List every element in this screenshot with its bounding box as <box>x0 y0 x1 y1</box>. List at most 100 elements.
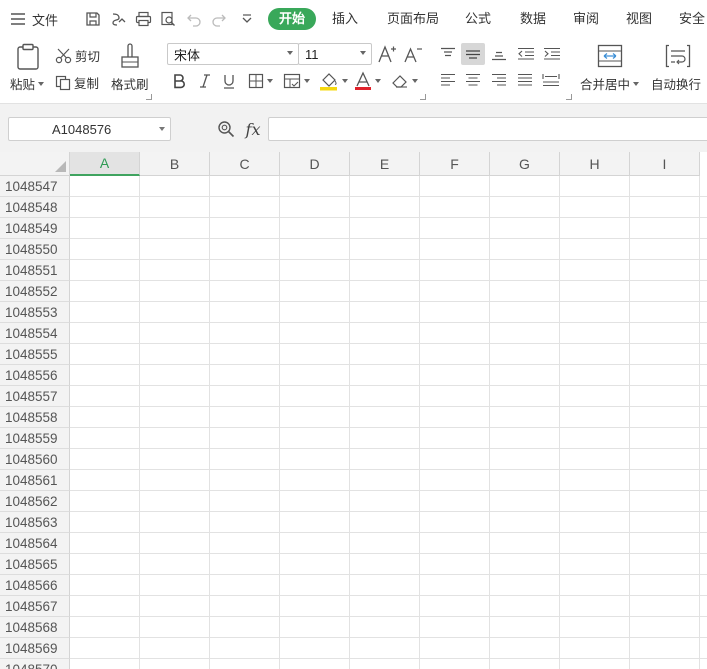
row-header[interactable]: 1048567 <box>0 596 70 617</box>
font-size-select[interactable]: 11 <box>298 43 372 65</box>
row-header[interactable]: 1048565 <box>0 554 70 575</box>
row-header[interactable]: 1048561 <box>0 470 70 491</box>
row-header[interactable]: 1048557 <box>0 386 70 407</box>
row-header[interactable]: 1048555 <box>0 344 70 365</box>
print-preview-button[interactable] <box>158 9 178 29</box>
row-header[interactable]: 1048560 <box>0 449 70 470</box>
column-header-f[interactable]: F <box>420 152 490 176</box>
cell-style-button[interactable] <box>283 73 310 89</box>
name-box[interactable]: A1048576 <box>8 117 171 141</box>
print-button[interactable] <box>133 9 153 29</box>
paste-dropdown[interactable]: 粘贴 <box>10 74 45 93</box>
clear-format-button[interactable] <box>391 73 418 89</box>
align-left-button[interactable] <box>437 69 459 91</box>
increase-indent-button[interactable] <box>541 43 563 65</box>
format-painter-label-button[interactable]: 格式刷 <box>111 74 149 93</box>
output-pdf-button[interactable] <box>108 9 128 29</box>
align-bottom-button[interactable] <box>488 43 510 65</box>
distributed-icon <box>542 74 560 87</box>
tab-data[interactable]: 数据 <box>518 8 548 30</box>
align-center-icon <box>466 73 480 86</box>
file-menu-button[interactable]: 文件 <box>10 8 58 30</box>
tab-view[interactable]: 视图 <box>624 8 654 30</box>
tab-home[interactable]: 开始 <box>268 8 316 30</box>
font-color-button[interactable] <box>354 71 381 91</box>
distributed-align-button[interactable] <box>540 69 562 91</box>
align-top-button[interactable] <box>437 43 459 65</box>
font-launcher-icon[interactable] <box>420 94 426 100</box>
tab-insert[interactable]: 插入 <box>330 8 360 30</box>
alignment-launcher-icon[interactable] <box>566 94 572 100</box>
column-header-c[interactable]: C <box>210 152 280 176</box>
cut-button[interactable]: 剪切 <box>55 46 100 65</box>
merge-center-dropdown[interactable]: 合并居中 <box>580 74 640 93</box>
italic-button[interactable] <box>196 71 214 91</box>
tab-review[interactable]: 审阅 <box>571 8 601 30</box>
row-header[interactable]: 1048547 <box>0 176 70 197</box>
undo-button[interactable] <box>184 9 204 29</box>
column-header-a[interactable]: A <box>70 152 140 176</box>
format-painter-button[interactable] <box>117 42 143 70</box>
hamburger-icon <box>11 13 25 25</box>
row-header[interactable]: 1048564 <box>0 533 70 554</box>
align-center-button[interactable] <box>462 69 484 91</box>
save-button[interactable] <box>83 9 103 29</box>
row-header[interactable]: 1048568 <box>0 617 70 638</box>
copy-button[interactable]: 复制 <box>55 73 99 92</box>
zoom-formula-button[interactable] <box>216 119 236 139</box>
indent-icon <box>544 47 560 60</box>
row-header[interactable]: 1048551 <box>0 260 70 281</box>
print-preview-icon <box>161 11 175 26</box>
outdent-icon <box>518 47 534 60</box>
italic-icon <box>200 74 210 88</box>
column-header-h[interactable]: H <box>560 152 630 176</box>
align-right-button[interactable] <box>488 69 510 91</box>
clipboard-launcher-icon[interactable] <box>146 94 152 100</box>
row-header[interactable]: 1048570 <box>0 659 70 669</box>
tab-page-layout[interactable]: 页面布局 <box>385 8 441 30</box>
formula-input[interactable] <box>268 117 707 141</box>
row-header[interactable]: 1048563 <box>0 512 70 533</box>
customize-quick-access-button[interactable] <box>237 9 257 29</box>
select-all-corner[interactable] <box>0 152 70 176</box>
insert-function-button[interactable]: fx <box>242 118 264 140</box>
decrease-font-button[interactable] <box>403 43 423 65</box>
merge-center-icon-button[interactable] <box>596 43 624 69</box>
row-header[interactable]: 1048566 <box>0 575 70 596</box>
chevron-down-icon <box>342 79 348 83</box>
column-header-i[interactable]: I <box>630 152 700 176</box>
tab-security[interactable]: 安全 <box>677 8 707 30</box>
font-decrease-icon <box>404 47 422 63</box>
borders-button[interactable] <box>248 73 273 89</box>
row-header[interactable]: 1048549 <box>0 218 70 239</box>
merge-center-label: 合并居中 <box>580 78 631 92</box>
row-header[interactable]: 1048558 <box>0 407 70 428</box>
row-header[interactable]: 1048569 <box>0 638 70 659</box>
column-header-b[interactable]: B <box>140 152 210 176</box>
row-header[interactable]: 1048550 <box>0 239 70 260</box>
row-header[interactable]: 1048559 <box>0 428 70 449</box>
row-header[interactable]: 1048562 <box>0 491 70 512</box>
underline-button[interactable] <box>220 71 238 91</box>
justify-button[interactable] <box>514 69 536 91</box>
align-middle-button[interactable] <box>461 43 485 65</box>
tab-formulas[interactable]: 公式 <box>463 8 493 30</box>
fill-color-button[interactable] <box>319 71 348 91</box>
decrease-indent-button[interactable] <box>515 43 537 65</box>
row-header[interactable]: 1048553 <box>0 302 70 323</box>
font-name-select[interactable]: 宋体 <box>167 43 299 65</box>
column-header-g[interactable]: G <box>490 152 560 176</box>
row-header[interactable]: 1048552 <box>0 281 70 302</box>
paste-button[interactable] <box>14 42 42 72</box>
paste-label: 粘贴 <box>10 78 36 92</box>
wrap-text-button[interactable]: 自动换行 <box>651 74 701 93</box>
row-header[interactable]: 1048556 <box>0 365 70 386</box>
column-header-d[interactable]: D <box>280 152 350 176</box>
wrap-text-icon-button[interactable] <box>664 43 692 69</box>
bold-button[interactable] <box>170 71 188 91</box>
row-header[interactable]: 1048548 <box>0 197 70 218</box>
increase-font-button[interactable] <box>377 43 397 65</box>
redo-button[interactable] <box>209 9 229 29</box>
row-header[interactable]: 1048554 <box>0 323 70 344</box>
column-header-e[interactable]: E <box>350 152 420 176</box>
